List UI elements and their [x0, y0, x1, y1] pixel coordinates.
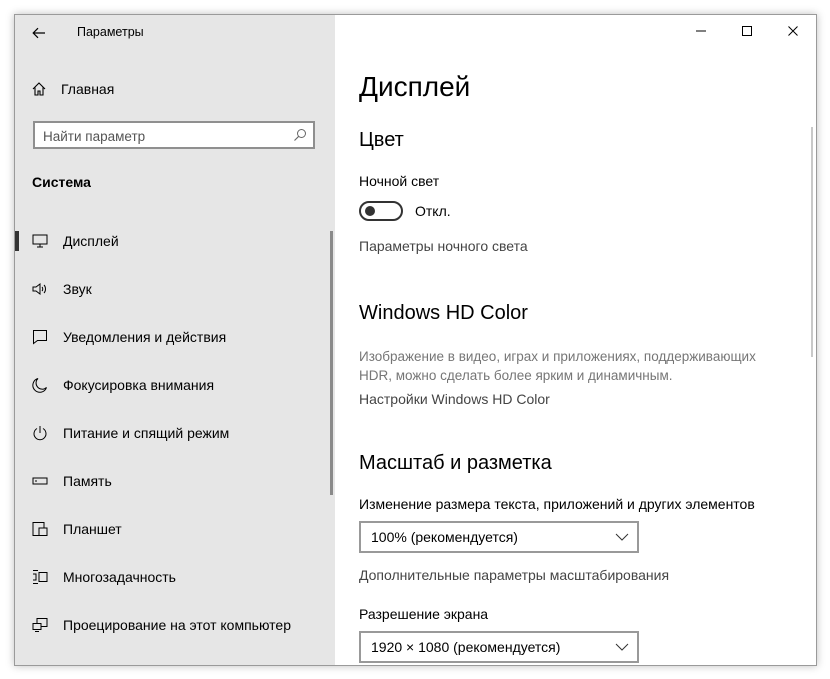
sidebar-item-projecting[interactable]: Проецирование на этот компьютер: [15, 603, 333, 647]
close-icon: [788, 26, 798, 36]
sidebar-item-label: Планшет: [63, 521, 122, 537]
resolution-value: 1920 × 1080 (рекомендуется): [371, 639, 561, 655]
close-button[interactable]: [770, 15, 816, 47]
sidebar-item-label: Фокусировка внимания: [63, 377, 215, 393]
night-light-state: Откл.: [415, 203, 451, 219]
search-box[interactable]: [33, 121, 315, 149]
sidebar-item-tablet[interactable]: Планшет: [15, 507, 333, 551]
page-title: Дисплей: [359, 71, 471, 102]
sidebar-item-storage[interactable]: Память: [15, 459, 333, 503]
sidebar-item-label: Многозадачность: [63, 569, 176, 585]
night-light-label: Ночной свет: [359, 173, 440, 189]
sidebar-item-label: Уведомления и действия: [63, 329, 227, 345]
multitasking-icon: [31, 569, 49, 585]
main-scrollbar[interactable]: [811, 127, 813, 357]
home-icon: [32, 82, 46, 96]
sidebar-item-power[interactable]: Питание и спящий режим: [15, 411, 333, 455]
sidebar-item-label: Дисплей: [63, 233, 119, 249]
sidebar-item-multitasking[interactable]: Многозадачность: [15, 555, 333, 599]
search-icon[interactable]: [293, 128, 307, 142]
scale-value: 100% (рекомендуется): [371, 529, 518, 545]
maximize-icon: [742, 26, 752, 36]
section-title: Система: [32, 174, 91, 190]
sidebar-item-display[interactable]: Дисплей: [15, 219, 333, 263]
home-nav-item[interactable]: Главная: [31, 79, 114, 99]
sidebar-item-notifications[interactable]: Уведомления и действия: [15, 315, 333, 359]
main-content: Дисплей Цвет Ночной свет Откл. Параметры…: [335, 15, 816, 665]
sidebar-item-focus-assist[interactable]: Фокусировка внимания: [15, 363, 333, 407]
home-label: Главная: [61, 81, 115, 97]
scale-dropdown[interactable]: 100% (рекомендуется): [359, 521, 639, 553]
hdr-settings-link[interactable]: Настройки Windows HD Color: [359, 391, 550, 407]
minimize-icon: [696, 30, 706, 32]
resolution-dropdown[interactable]: 1920 × 1080 (рекомендуется): [359, 631, 639, 663]
chevron-down-icon: [615, 643, 629, 651]
minimize-button[interactable]: [678, 15, 724, 47]
app-title: Параметры: [77, 25, 144, 39]
tablet-icon: [31, 521, 49, 537]
settings-window: Параметры Главная Система Дисплей Звук У…: [14, 14, 817, 666]
sidebar-scrollbar[interactable]: [330, 231, 333, 495]
maximize-button[interactable]: [724, 15, 770, 47]
sidebar: Параметры Главная Система Дисплей Звук У…: [15, 15, 335, 665]
projecting-icon: [31, 617, 49, 633]
scale-heading: Масштаб и разметка: [359, 452, 552, 474]
sidebar-item-sound[interactable]: Звук: [15, 267, 333, 311]
monitor-icon: [31, 234, 49, 248]
chevron-down-icon: [615, 533, 629, 541]
night-light-settings-link[interactable]: Параметры ночного света: [359, 238, 528, 254]
back-arrow-icon: [32, 27, 45, 39]
hdr-description: Изображение в видео, играх и приложениях…: [359, 349, 756, 383]
sidebar-item-label: Проецирование на этот компьютер: [63, 617, 291, 633]
sidebar-item-label: Питание и спящий режим: [63, 425, 230, 441]
toggle-knob: [365, 206, 375, 216]
color-heading: Цвет: [359, 129, 404, 151]
advanced-scaling-link[interactable]: Дополнительные параметры масштабирования: [359, 567, 669, 583]
sidebar-item-label: Память: [63, 473, 112, 489]
back-button[interactable]: [29, 23, 49, 43]
notification-icon: [31, 329, 49, 345]
storage-icon: [31, 476, 49, 486]
scale-label: Изменение размера текста, приложений и д…: [359, 496, 755, 512]
power-icon: [31, 425, 49, 441]
search-input[interactable]: [43, 127, 283, 145]
moon-icon: [31, 377, 49, 393]
sidebar-item-label: Звук: [63, 281, 92, 297]
night-light-toggle[interactable]: [359, 201, 403, 221]
resolution-label: Разрешение экрана: [359, 606, 489, 622]
hdr-heading: Windows HD Color: [359, 302, 528, 324]
speaker-icon: [31, 282, 49, 296]
